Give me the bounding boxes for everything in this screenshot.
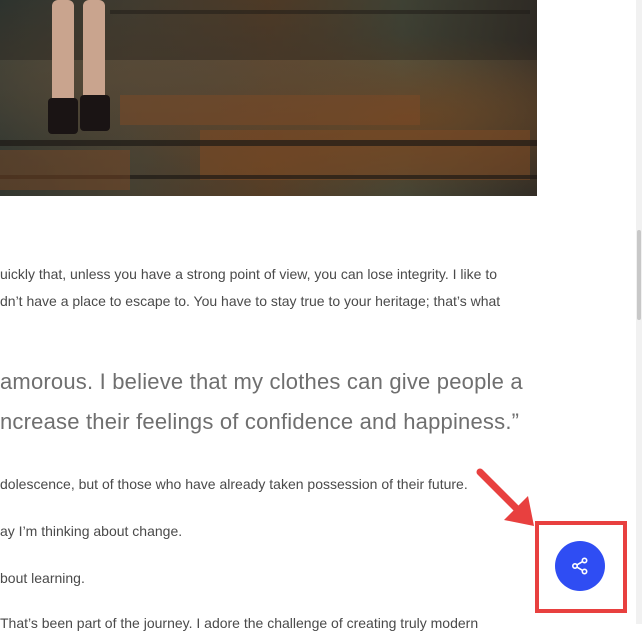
article-paragraph: dolescence, but of those who have alread…: [0, 476, 468, 492]
article-paragraph-line: dn’t have a place to escape to. You have…: [0, 293, 501, 309]
page-scrollbar[interactable]: [636, 0, 642, 624]
pull-quote-line: amorous. I believe that my clothes can g…: [0, 369, 523, 394]
article-paragraph: ay I’m thinking about change.: [0, 523, 183, 539]
annotation-arrow: [476, 468, 534, 526]
share-icon: [571, 557, 588, 575]
hero-image: [0, 0, 537, 196]
article-paragraph: bout learning.: [0, 570, 85, 586]
article-paragraph: That’s been part of the journey. I adore…: [0, 615, 479, 631]
scrollbar-thumb[interactable]: [637, 230, 641, 320]
pull-quote-line: ncrease their feelings of confidence and…: [0, 409, 520, 434]
article-paragraph-line: uickly that, unless you have a strong po…: [0, 266, 498, 282]
share-button[interactable]: [555, 541, 605, 591]
